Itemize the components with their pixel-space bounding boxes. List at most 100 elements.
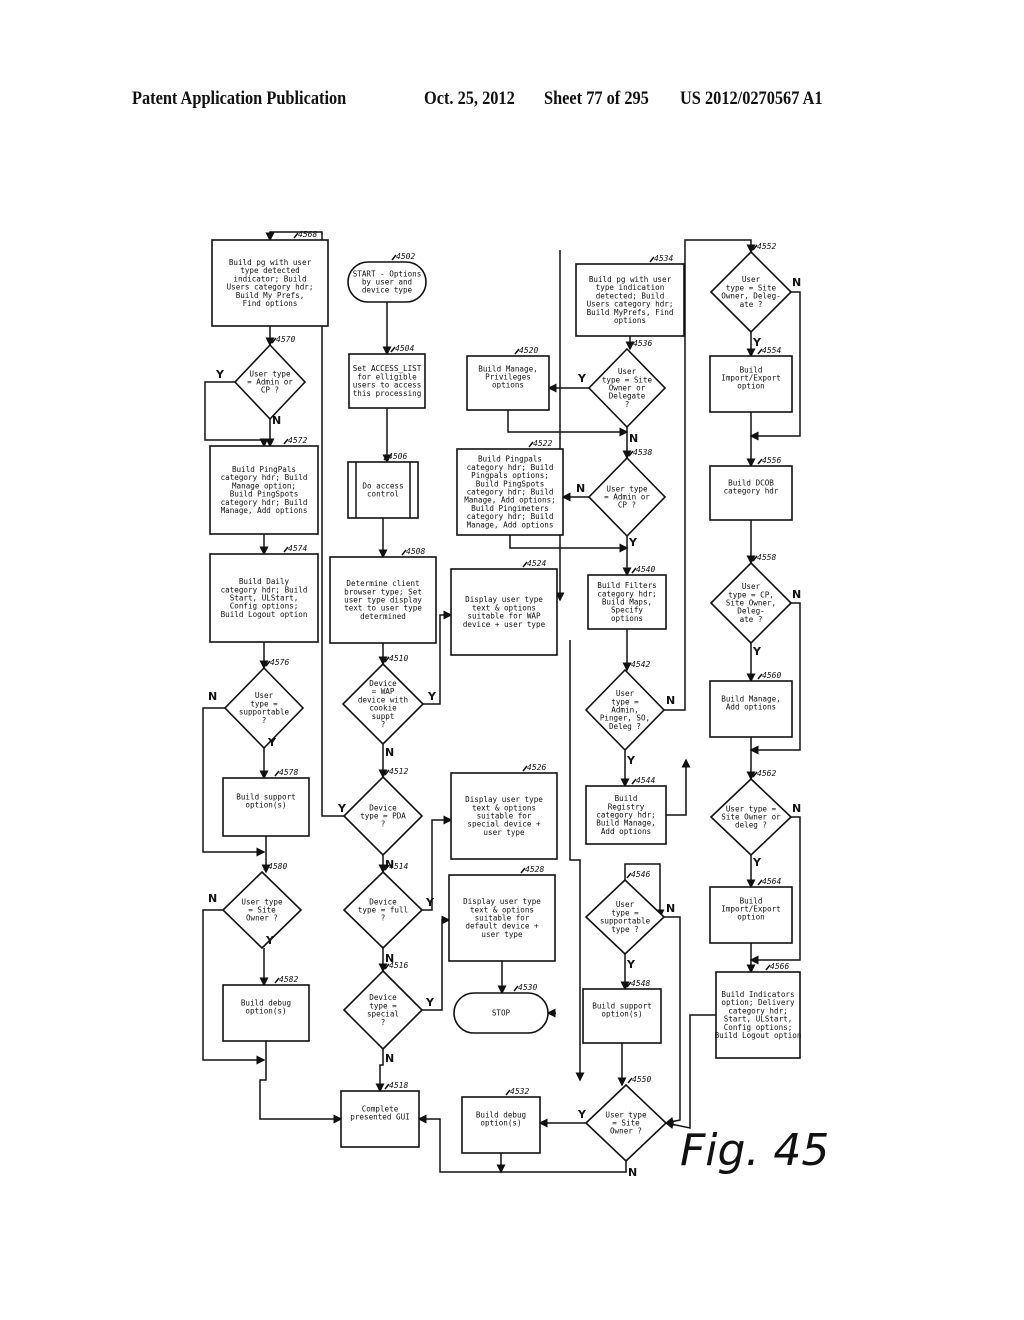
connector-arrow — [664, 1014, 716, 1129]
node-4548-process: Build supportoption(s)4548 — [582, 979, 662, 1044]
node-text-line: CP ? — [618, 501, 636, 510]
node-text-line: Find options — [243, 299, 298, 308]
node-4510-decision: Device= WAPdevice withcookiesuppt?4510 — [341, 654, 425, 746]
no-branch-label: N — [385, 858, 394, 871]
yes-branch-label: Y — [425, 996, 435, 1009]
ref-number: 4508 — [406, 547, 425, 556]
node-4530-terminal: STOP 4530 — [453, 983, 549, 1034]
node-4534-process: Build pg with usertype indicationdetecte… — [575, 254, 685, 337]
node-text-line: determined — [360, 612, 406, 621]
ref-number: 4548 — [631, 979, 650, 988]
node-4566-process: Build Indicatorsoption; Deliverycategory… — [715, 962, 801, 1059]
node-4522-process: Build Pingpalscategory hdr; BuildPingpal… — [456, 439, 564, 536]
node-text-line: user type — [483, 828, 525, 837]
no-branch-label: N — [385, 1052, 394, 1065]
node-4578-process: Build supportoption(s)4578 — [222, 768, 310, 837]
node-4544-process: BuildRegistrycategory hdr;Build Manage,A… — [585, 776, 667, 845]
node-4514-decision: Devicetype = full?4514 — [342, 862, 424, 950]
node-4576-decision: Usertype =supportable?4576 — [223, 658, 305, 750]
yes-branch-label: Y — [626, 958, 636, 971]
ref-number: 4540 — [636, 565, 655, 574]
node-text-line: option — [737, 913, 764, 922]
ref-number: 4532 — [510, 1087, 529, 1096]
no-branch-label: N — [666, 902, 675, 915]
node-text-line: presented GUI — [350, 1113, 409, 1122]
node-4562-decision: User type =Site Owner ordeleg ?4562 — [709, 769, 793, 857]
node-4536-decision: Usertype = SiteOwner orDelegate?4536 — [587, 339, 667, 429]
node-4554-process: BuildImport/Exportoption4554 — [709, 346, 793, 413]
node-4560-process: Build Manage,Add options4560 — [709, 671, 793, 738]
no-branch-label: N — [792, 276, 801, 289]
ref-number: 4578 — [279, 768, 298, 777]
ref-number: 4562 — [757, 769, 776, 778]
ref-number: 4572 — [288, 436, 307, 445]
yes-branch-label: Y — [427, 690, 437, 703]
node-text-line: ? — [381, 820, 386, 829]
node-text-line: ? — [381, 720, 386, 729]
ref-number: 4528 — [525, 865, 544, 874]
no-branch-label: N — [208, 690, 217, 703]
node-4528-process: Display user typetext & optionssuitable … — [448, 865, 556, 962]
yes-branch-label: Y — [628, 536, 638, 549]
flowchart: Build pg with usertype detectedindicator… — [202, 230, 829, 1179]
node-text-line: control — [367, 490, 399, 499]
node-4508-process: Determine clientbrowser type; Setuser ty… — [329, 547, 437, 644]
node-4518-process: Completepresented GUI4518 — [340, 1081, 420, 1148]
connector-arrow — [569, 640, 585, 1082]
node-text-line: ? — [381, 1018, 386, 1027]
no-branch-label: N — [628, 1166, 637, 1179]
node-4574-process: Build Dailycategory hdr; BuildStart, ULS… — [209, 544, 319, 643]
node-4570-decision: User type= Admin orCP ?4570 — [233, 335, 307, 421]
ref-number: 4518 — [389, 1081, 408, 1090]
node-4568-process: Build pg with usertype detectedindicator… — [211, 230, 329, 327]
ref-number: 4552 — [757, 242, 776, 251]
node-text-line: Deleg ? — [609, 722, 641, 731]
ref-number: 4524 — [527, 559, 546, 568]
no-branch-label: N — [792, 588, 801, 601]
node-text-line: Add options — [726, 703, 776, 712]
node-text-line: ? — [381, 914, 386, 923]
ref-number: 4538 — [633, 448, 652, 457]
ref-number: 4504 — [395, 344, 414, 353]
ref-number: 4536 — [633, 339, 652, 348]
node-text-line: option — [737, 382, 764, 391]
node-4512-decision: Devicetype = PDA?4512 — [342, 767, 424, 857]
node-4538-decision: User type= Admin orCP ?4538 — [587, 448, 667, 538]
node-text-line: CP ? — [261, 386, 279, 395]
node-4504-process: Set ACCESS_LISTfor elligibleusers to acc… — [348, 344, 426, 409]
node-4580-decision: User type= SiteOwner ?4580 — [221, 862, 303, 950]
yes-branch-label: Y — [577, 1108, 587, 1121]
ref-number: 4506 — [388, 452, 407, 461]
connector-arrow — [375, 1049, 385, 1093]
figure-label: Fig. 45 — [680, 1125, 829, 1176]
connector-arrow — [259, 1041, 343, 1124]
ref-number: 4580 — [268, 862, 287, 871]
ref-number: 4564 — [762, 877, 781, 886]
node-4506-subroutine: Do accesscontrol4506 — [347, 452, 419, 519]
node-4556-process: Build DCOBcategory hdr4556 — [709, 456, 793, 521]
ref-number: 4530 — [518, 983, 537, 992]
node-text-line: Owner ? — [246, 914, 278, 923]
node-text-line: Build Logout option — [221, 610, 308, 619]
node-4516-decision: Devicetype =special?4516 — [342, 961, 424, 1051]
ref-number: 4550 — [632, 1075, 651, 1084]
nodes: Build pg with usertype detectedindicator… — [209, 230, 801, 1163]
node-4540-process: Build Filterscategory hdr;Build Maps,Spe… — [587, 565, 667, 630]
ref-number: 4512 — [389, 767, 408, 776]
node-text-line: options — [611, 614, 643, 623]
yes-branch-label: Y — [337, 802, 347, 815]
node-4542-decision: Usertype =Admin,Pinger, SO,Deleg ?4542 — [584, 660, 666, 752]
node-text-line: device + user type — [463, 620, 546, 629]
yes-branch-label: Y — [626, 754, 636, 767]
no-branch-label: N — [576, 482, 585, 495]
node-4564-process: BuildImport/Exportoption4564 — [709, 877, 793, 944]
ref-number: 4526 — [527, 763, 546, 772]
connector-arrow — [507, 410, 629, 437]
node-text-line: this processing — [353, 389, 422, 398]
no-branch-label: N — [272, 414, 281, 427]
ref-number: 4574 — [288, 544, 307, 553]
ref-number: 4520 — [519, 346, 538, 355]
node-text-line: ate ? — [740, 300, 763, 309]
ref-number: 4566 — [770, 962, 789, 971]
ref-number: 4502 — [396, 252, 415, 261]
